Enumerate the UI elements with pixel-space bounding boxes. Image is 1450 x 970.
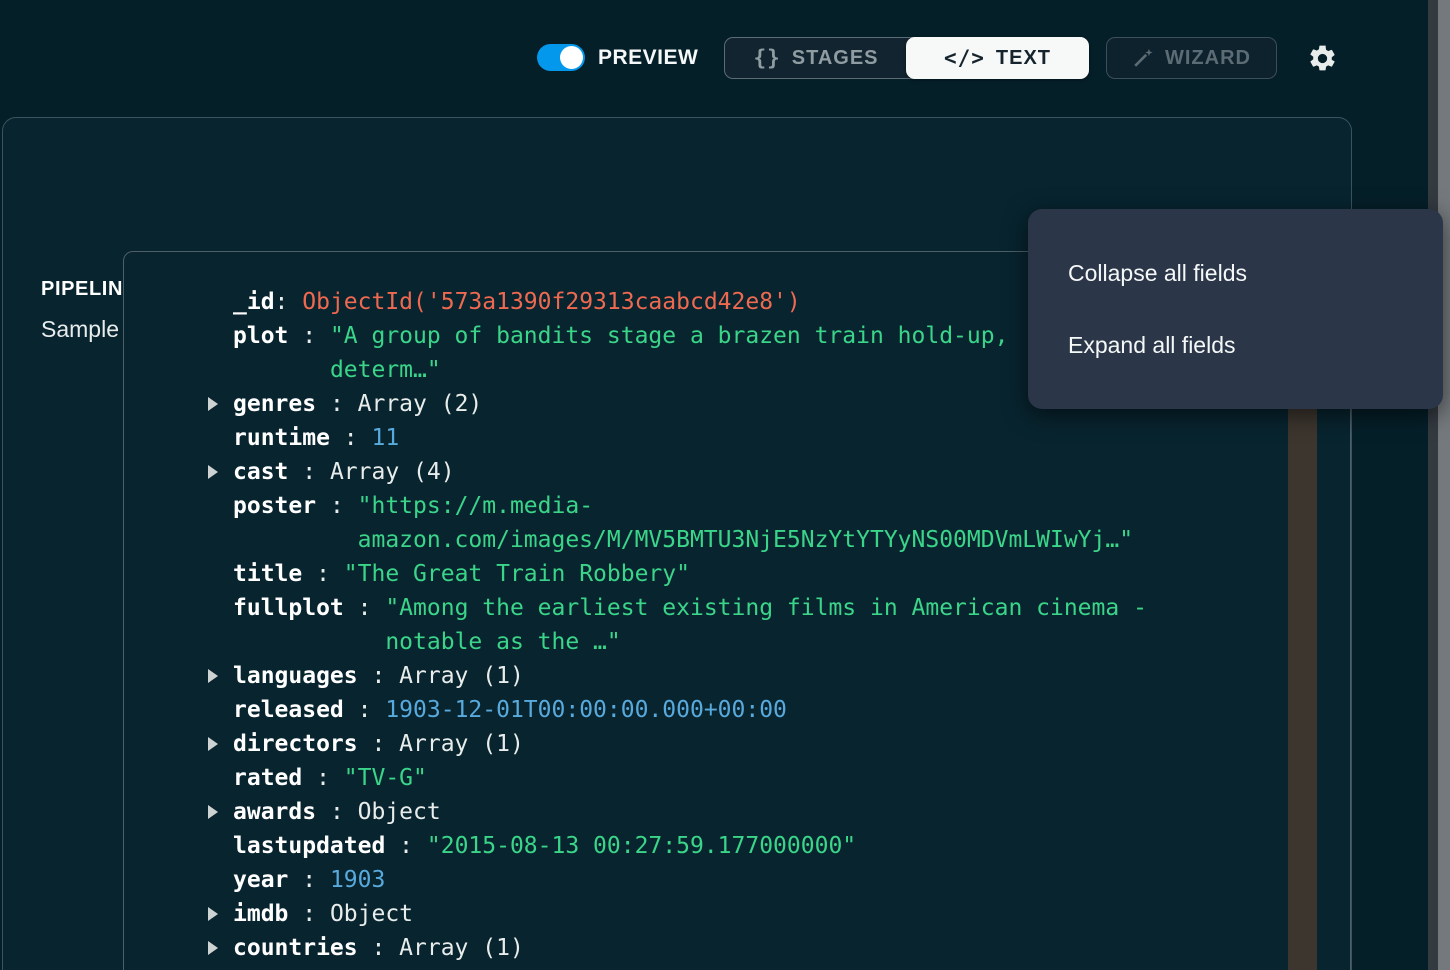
field-name: released xyxy=(233,697,344,723)
menu-item-collapse-all-fields[interactable]: Collapse all fields xyxy=(1068,255,1247,291)
field-value: notable as the …" xyxy=(385,629,620,655)
expand-caret-icon[interactable] xyxy=(208,941,218,955)
expand-caret-icon[interactable] xyxy=(208,465,218,479)
field-value: "2015-08-13 00:27:59.177000000" xyxy=(427,833,856,859)
toggle-knob xyxy=(560,46,583,69)
code-icon: </> xyxy=(944,46,985,70)
field-name: directors xyxy=(233,731,358,757)
field-value: "TV-G" xyxy=(344,765,427,791)
expand-caret-icon[interactable] xyxy=(208,737,218,751)
field-value: amazon.com/images/M/MV5BMTU3NjE5NzYtYTYy… xyxy=(358,527,1133,553)
field-name: languages xyxy=(233,663,358,689)
field-value: "Among the earliest existing films in Am… xyxy=(385,595,1147,621)
document-line: directors : Array (1) xyxy=(233,727,1147,761)
document-line: released : 1903-12-01T00:00:00.000+00:00 xyxy=(233,693,1147,727)
tab-stages[interactable]: {} STAGES xyxy=(725,38,907,78)
document-line: lastupdated : "2015-08-13 00:27:59.17700… xyxy=(233,829,1147,863)
braces-icon: {} xyxy=(753,46,780,70)
field-name: plot xyxy=(233,323,288,349)
document-line: _id: ObjectId('573a1390f29313caabcd42e8'… xyxy=(233,285,1147,319)
field-name: year xyxy=(233,867,288,893)
field-name: imdb xyxy=(233,901,288,927)
document-line: cast : Array (4) xyxy=(233,455,1147,489)
field-name: cast xyxy=(233,459,288,485)
stages-text-segmented-control: {} STAGES </> TEXT xyxy=(724,37,1089,79)
field-value: Array (1) xyxy=(399,663,524,689)
field-name: poster xyxy=(233,493,316,519)
document-line: genres : Array (2) xyxy=(233,387,1147,421)
field-name: rated xyxy=(233,765,302,791)
app-screen: PREVIEW {} STAGES </> TEXT WIZARD xyxy=(0,0,1450,970)
field-value: 11 xyxy=(371,425,399,451)
field-name: _id xyxy=(233,289,275,315)
document-line: poster : "https://m.media- xyxy=(233,489,1147,523)
preview-toggle[interactable] xyxy=(537,44,585,71)
field-value: Array (2) xyxy=(358,391,483,417)
field-value: Object xyxy=(358,799,441,825)
document-line: notable as the …" xyxy=(233,625,1147,659)
field-value: determ…" xyxy=(330,357,441,383)
settings-button[interactable] xyxy=(1305,41,1339,75)
field-value: 1903-12-01T00:00:00.000+00:00 xyxy=(385,697,787,723)
field-name: title xyxy=(233,561,302,587)
document-line: plot : "A group of bandits stage a braze… xyxy=(233,319,1147,353)
preview-label: PREVIEW xyxy=(598,46,698,70)
field-value: 1903 xyxy=(330,867,385,893)
document-line: imdb : Object xyxy=(233,897,1147,931)
field-value: Array (1) xyxy=(399,731,524,757)
text-label: TEXT xyxy=(996,47,1051,70)
stages-label: STAGES xyxy=(792,47,879,70)
panel-resize-handle[interactable] xyxy=(1438,0,1450,970)
field-name: lastupdated xyxy=(233,833,385,859)
expand-caret-icon[interactable] xyxy=(208,397,218,411)
toolbar: PREVIEW {} STAGES </> TEXT WIZARD xyxy=(0,0,1450,117)
field-value: "A group of bandits stage a brazen train… xyxy=(330,323,1009,349)
field-name: awards xyxy=(233,799,316,825)
preview-toggle-group: PREVIEW xyxy=(537,44,698,71)
document-line: amazon.com/images/M/MV5BMTU3NjE5NzYtYTYy… xyxy=(233,523,1147,557)
wand-icon xyxy=(1132,47,1154,69)
expand-caret-icon[interactable] xyxy=(208,907,218,921)
gear-icon xyxy=(1307,43,1338,74)
field-name: countries xyxy=(233,935,358,961)
document-line: countries : Array (1) xyxy=(233,931,1147,965)
wizard-label: WIZARD xyxy=(1165,47,1251,70)
document-line: rated : "TV-G" xyxy=(233,761,1147,795)
document-line: type : "movie" xyxy=(233,965,1147,970)
document-line: title : "The Great Train Robbery" xyxy=(233,557,1147,591)
right-edge-divider xyxy=(1428,0,1438,970)
document-line: runtime : 11 xyxy=(233,421,1147,455)
document-line: year : 1903 xyxy=(233,863,1147,897)
tab-text[interactable]: </> TEXT xyxy=(906,37,1089,79)
document-line: languages : Array (1) xyxy=(233,659,1147,693)
field-value: Object xyxy=(330,901,413,927)
field-name: runtime xyxy=(233,425,330,451)
expand-caret-icon[interactable] xyxy=(208,805,218,819)
expand-caret-icon[interactable] xyxy=(208,669,218,683)
wizard-button[interactable]: WIZARD xyxy=(1106,37,1277,79)
field-value: "The Great Train Robbery" xyxy=(344,561,690,587)
output-options-menu: Collapse all fields Expand all fields xyxy=(1028,209,1443,409)
menu-item-expand-all-fields[interactable]: Expand all fields xyxy=(1068,327,1236,363)
document-line: awards : Object xyxy=(233,795,1147,829)
field-name: fullplot xyxy=(233,595,344,621)
document-line: determ…" xyxy=(233,353,1147,387)
document-tree: _id: ObjectId('573a1390f29313caabcd42e8'… xyxy=(233,285,1147,970)
field-name: genres xyxy=(233,391,316,417)
document-line: fullplot : "Among the earliest existing … xyxy=(233,591,1147,625)
field-value: Array (4) xyxy=(330,459,455,485)
field-value: Array (1) xyxy=(399,935,524,961)
field-value: ObjectId('573a1390f29313caabcd42e8') xyxy=(302,289,801,315)
field-value: "https://m.media- xyxy=(358,493,593,519)
